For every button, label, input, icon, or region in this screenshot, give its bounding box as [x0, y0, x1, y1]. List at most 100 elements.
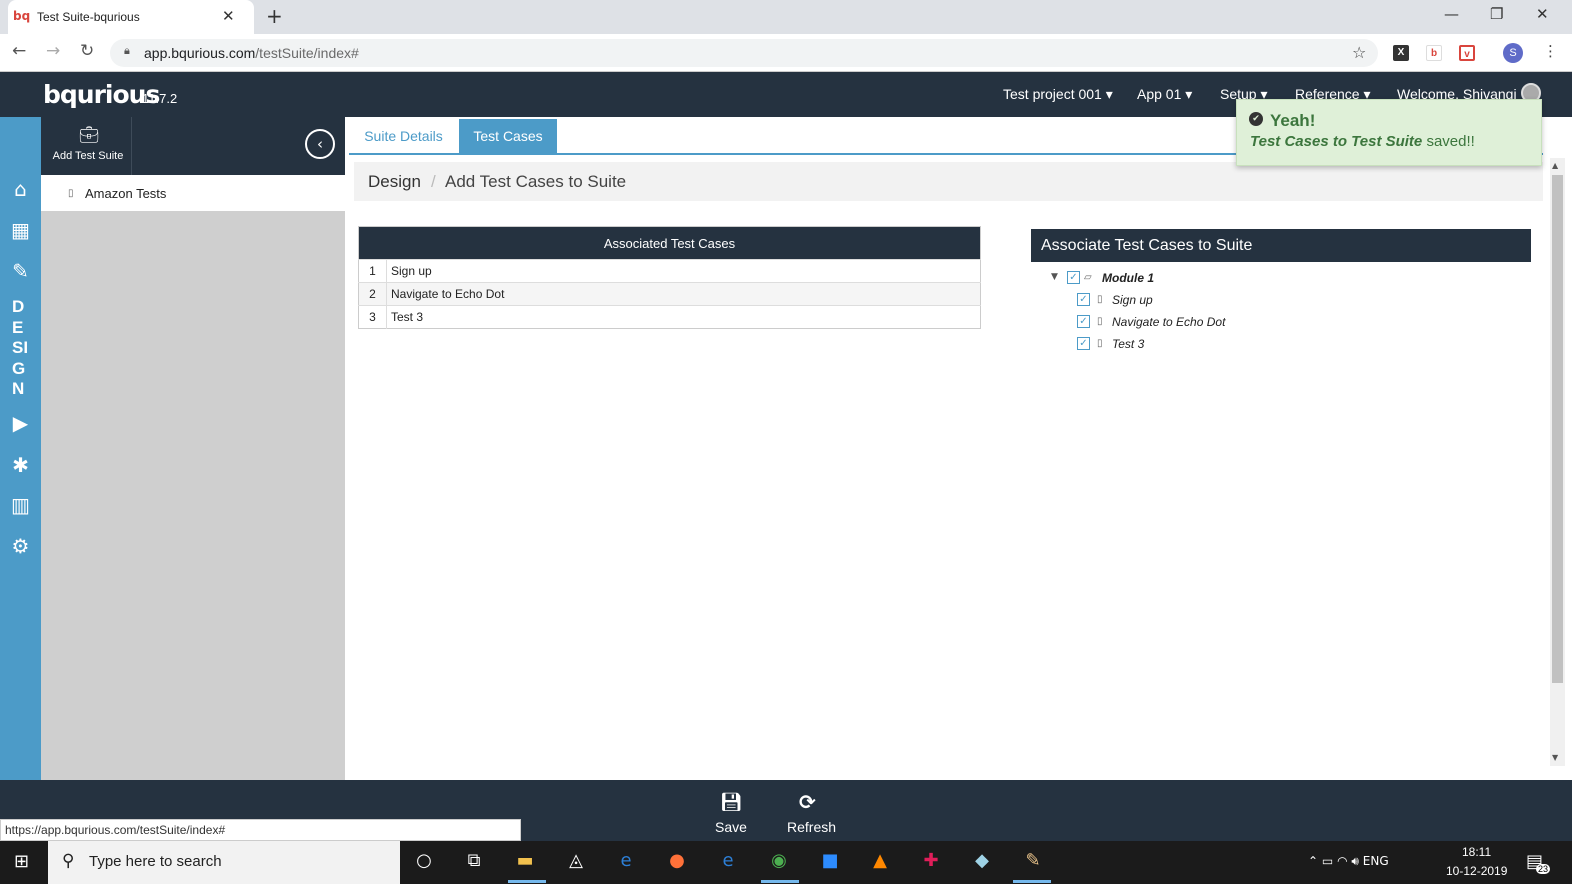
scrollbar-thumb[interactable] [1552, 175, 1563, 683]
table-row[interactable]: 2 Navigate to Echo Dot [358, 282, 981, 306]
caret-down-icon: ▾ [1101, 86, 1113, 102]
calendar-icon[interactable]: ▦ [0, 218, 41, 242]
breadcrumb-design[interactable]: Design [368, 172, 421, 192]
scroll-down-icon[interactable]: ▼ [1552, 753, 1558, 762]
toast-message-emphasis: Test Cases to Test Suite [1250, 133, 1423, 150]
row-name: Test 3 [386, 305, 981, 329]
profile-avatar[interactable]: S [1503, 43, 1523, 63]
test-case-checkbox[interactable]: ✓ [1077, 293, 1090, 306]
table-header: Associated Test Cases [358, 226, 981, 260]
active-app-indicator [508, 880, 546, 883]
new-tab-button[interactable]: + [266, 4, 283, 28]
associate-panel-title: Associate Test Cases to Suite [1031, 229, 1531, 262]
tab-suite-details[interactable]: Suite Details [349, 119, 458, 154]
row-name: Navigate to Echo Dot [386, 282, 981, 306]
language-indicator[interactable]: ENG [1363, 854, 1389, 868]
battery-icon[interactable]: ▭ [1322, 854, 1333, 868]
photos-icon[interactable]: ◬ [564, 850, 588, 874]
paint-icon[interactable]: ✎ [1021, 850, 1045, 874]
module-rail [0, 117, 41, 780]
home-icon[interactable]: ⌂ [0, 177, 41, 201]
chevron-up-icon[interactable]: ⌃ [1308, 854, 1318, 868]
play-icon[interactable]: ▶ [0, 411, 41, 435]
folder-open-icon: ▱ [1084, 272, 1092, 283]
file-icon: ▯ [1097, 294, 1103, 305]
extension-bq-icon[interactable]: b [1426, 45, 1442, 61]
caret-down-icon[interactable]: ▼ [1051, 272, 1058, 282]
url-text[interactable]: app.bqurious.com/testSuite/index# [144, 45, 359, 61]
project-menu-label: Test project 001 [1003, 86, 1102, 102]
design-section-label[interactable]: D E SI G N [0, 297, 41, 400]
active-app-indicator [1013, 880, 1051, 883]
tree-module-label[interactable]: Module 1 [1102, 271, 1154, 285]
slack-icon[interactable]: ✚ [919, 850, 943, 874]
save-icon[interactable]: 💾︎ [720, 792, 743, 813]
briefcase-icon: 💼︎ [79, 125, 100, 144]
pencil-icon[interactable]: ✎ [0, 259, 41, 283]
refresh-button[interactable]: Refresh [787, 819, 836, 835]
test-case-checkbox[interactable]: ✓ [1077, 315, 1090, 328]
tree-item-label[interactable]: Sign up [1112, 293, 1153, 307]
volume-icon[interactable]: 🔊︎ [1351, 854, 1359, 868]
lock-icon[interactable]: 🔒︎ [124, 44, 130, 58]
maximize-icon[interactable]: ❐ [1490, 5, 1503, 23]
app-menu-label: App 01 [1137, 86, 1182, 102]
save-button[interactable]: Save [715, 819, 747, 835]
internet-explorer-icon[interactable]: e [614, 850, 638, 874]
task-view-icon[interactable]: ⧉ [462, 850, 486, 874]
extension-x-icon[interactable]: X [1393, 45, 1409, 61]
check-circle-icon: ✔ [1249, 112, 1263, 126]
file-explorer-icon[interactable]: ▬ [513, 850, 537, 874]
back-icon[interactable]: ← [12, 41, 26, 61]
file-icon: ▯ [1097, 316, 1103, 327]
tree-item-label[interactable]: Navigate to Echo Dot [1112, 315, 1225, 329]
notes-app-icon[interactable]: ◆ [970, 850, 994, 874]
clock-date[interactable]: 10-12-2019 [1446, 864, 1507, 878]
chrome-icon[interactable]: ◉ [767, 850, 791, 874]
wifi-icon[interactable]: ◠ [1337, 854, 1347, 868]
add-test-suite-label: Add Test Suite [52, 150, 124, 162]
cortana-icon[interactable]: ○ [412, 850, 436, 874]
table-row[interactable]: 3 Test 3 [358, 305, 981, 329]
url-host: app.bqurious.com [144, 45, 256, 61]
reload-icon[interactable]: ↻ [80, 41, 94, 61]
cogs-icon[interactable]: ⚙ [0, 534, 41, 558]
windows-start-icon[interactable]: ⊞ [14, 851, 29, 872]
taskbar-search-placeholder[interactable]: Type here to search [89, 853, 222, 870]
browser-menu-icon[interactable]: ⋮ [1543, 42, 1558, 60]
tab-close-icon[interactable]: ✕ [222, 7, 235, 25]
bug-icon[interactable]: ✱ [0, 453, 41, 477]
suite-sidebar [41, 117, 345, 780]
firefox-icon[interactable]: ● [665, 850, 689, 874]
system-tray[interactable]: ⌃ ▭ ◠ 🔊︎ ENG [1308, 854, 1389, 869]
extension-pocket-icon[interactable]: v [1459, 45, 1475, 61]
clock-time[interactable]: 18:11 [1462, 845, 1491, 859]
edge-icon[interactable]: e [716, 850, 740, 874]
test-case-checkbox[interactable]: ✓ [1077, 337, 1090, 350]
minimize-icon[interactable]: — [1444, 5, 1459, 23]
row-number: 2 [358, 282, 387, 306]
forward-icon[interactable]: → [46, 41, 60, 61]
sidebar-item-label[interactable]: Amazon Tests [85, 186, 166, 201]
module-checkbox[interactable]: ✓ [1067, 271, 1080, 284]
collapse-sidebar-button[interactable]: ‹ [305, 129, 335, 159]
file-icon: ▯ [68, 188, 74, 199]
notification-count-badge: 23 [1536, 864, 1551, 874]
zoom-icon[interactable]: ■ [818, 850, 842, 874]
design-letter: D [12, 297, 25, 316]
bar-chart-icon[interactable]: ▥ [0, 493, 41, 517]
toast-title: Yeah! [1270, 111, 1316, 130]
project-menu[interactable]: Test project 001 ▾ [1003, 86, 1113, 103]
refresh-icon[interactable]: ⟳ [799, 790, 816, 814]
scroll-up-icon[interactable]: ▲ [1552, 161, 1558, 170]
bookmark-star-icon[interactable]: ☆ [1352, 43, 1366, 62]
app-menu[interactable]: App 01 ▾ [1137, 86, 1192, 103]
breadcrumb-current: Add Test Cases to Suite [445, 172, 627, 191]
table-row[interactable]: 1 Sign up [358, 259, 981, 283]
design-letter: G [12, 358, 26, 378]
tree-item-label[interactable]: Test 3 [1112, 337, 1144, 351]
associated-title: Associated Test Cases [603, 235, 736, 251]
tab-test-cases[interactable]: Test Cases [459, 119, 557, 154]
vlc-icon[interactable]: ▲ [868, 850, 892, 874]
window-close-icon[interactable]: ✕ [1536, 5, 1549, 23]
